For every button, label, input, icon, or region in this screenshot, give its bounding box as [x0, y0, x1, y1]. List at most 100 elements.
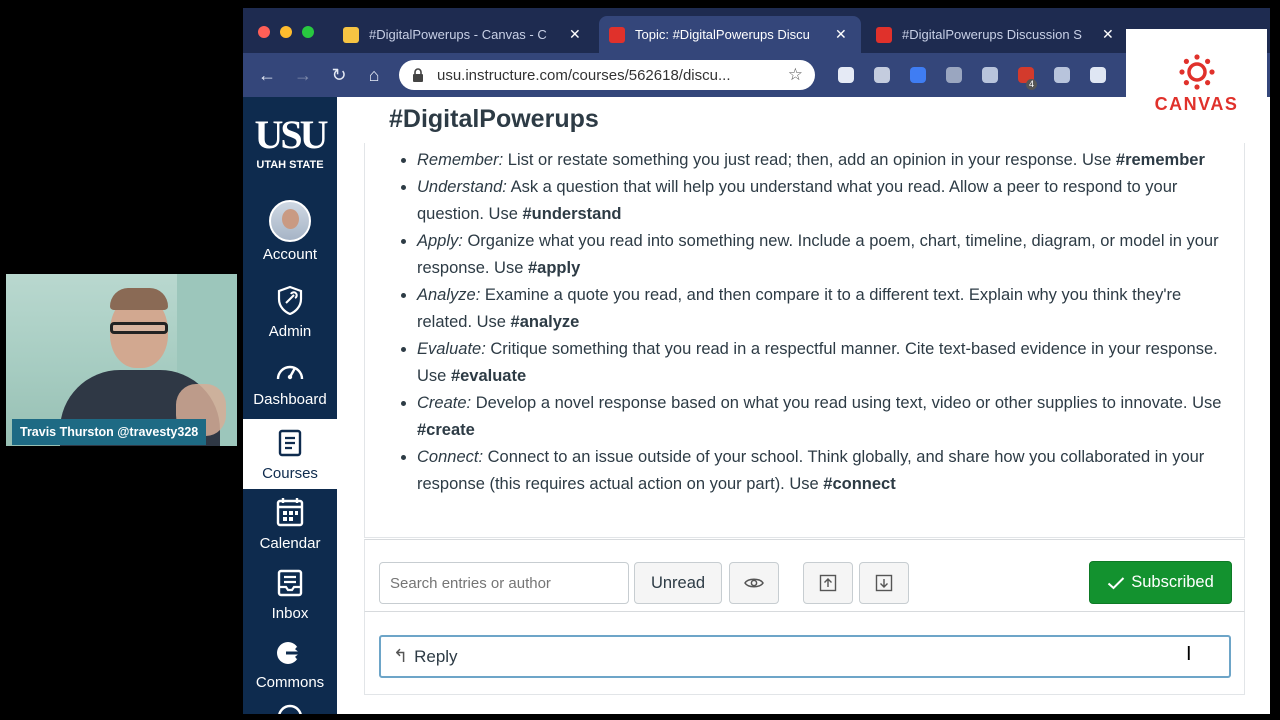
usu-logo[interactable]: USU UTAH STATE [251, 112, 329, 172]
minimize-window-button[interactable] [280, 26, 292, 38]
logo-text: USU [254, 112, 328, 157]
nav-label: Commons [255, 674, 325, 691]
nav-item-dashboard[interactable]: Dashboard [243, 359, 337, 415]
main-content: #DigitalPowerups Remember: List or resta… [337, 97, 1270, 714]
avatar [269, 200, 311, 242]
nav-item-account[interactable]: Account [243, 200, 337, 270]
reply-label: Reply [414, 646, 458, 666]
browser-tab-canvas[interactable]: #DigitalPowerups - Canvas - C ✕ [333, 16, 595, 53]
nav-label: Courses [262, 465, 318, 482]
canvas-logo-dot [1205, 58, 1211, 64]
subscribed-button[interactable]: Subscribed [1089, 561, 1232, 604]
lock-icon [413, 68, 423, 82]
tab-close-icon[interactable]: ✕ [1102, 26, 1114, 43]
prompt-hashtag: #evaluate [450, 367, 527, 385]
calendar-icon [276, 498, 304, 527]
prompt-hashtag: #remember [1115, 151, 1205, 169]
reload-icon[interactable]: ↻ [328, 64, 350, 86]
extension-icon[interactable] [874, 67, 890, 83]
address-bar[interactable]: usu.instructure.com/courses/562618/discu… [399, 60, 815, 90]
prompt-text: List or restate something you just read;… [503, 151, 1116, 169]
tab-close-icon[interactable]: ✕ [835, 26, 847, 43]
prompt-text: Develop a novel response based on what y… [471, 394, 1222, 412]
canvas-logo-dot [1205, 80, 1211, 86]
tab-close-icon[interactable]: ✕ [569, 26, 581, 43]
expand-replies-button[interactable] [859, 562, 909, 604]
canvas-logo-dot [1183, 80, 1189, 86]
prompt-text: Critique something that you read in a re… [417, 340, 1218, 385]
prompt-list: Remember: List or restate something you … [389, 147, 1229, 498]
home-icon[interactable]: ⌂ [363, 64, 385, 86]
mark-read-button[interactable] [729, 562, 779, 604]
prompt-item: Evaluate: Critique something that you re… [417, 336, 1229, 390]
browser-window: #DigitalPowerups - Canvas - C ✕ Topic: #… [243, 8, 1270, 714]
extension-icon[interactable] [982, 67, 998, 83]
prompt-hashtag: #connect [823, 475, 896, 493]
unread-label: Unread [650, 573, 706, 592]
tab-title: #DigitalPowerups Discussion S [902, 27, 1082, 42]
screen: Travis Thurston @travesty328 #DigitalPow… [0, 0, 1280, 720]
canvas-wordmark: CANVAS [1154, 94, 1239, 114]
forward-arrow-icon[interactable]: → [292, 64, 314, 86]
nav-label: Dashboard [253, 391, 327, 408]
prompt-text: Connect to an issue outside of your scho… [417, 448, 1205, 493]
prompt-verb: Connect: [417, 448, 484, 466]
webcam-overlay: Travis Thurston @travesty328 [6, 274, 237, 446]
presenter-name-tag: Travis Thurston @travesty328 [12, 419, 207, 445]
canvas-favicon-icon [343, 26, 359, 43]
tab-bar: #DigitalPowerups - Canvas - C ✕ Topic: #… [243, 8, 1270, 53]
prompt-item: Connect: Connect to an issue outside of … [417, 444, 1229, 498]
nav-item-calendar[interactable]: Calendar [243, 497, 337, 557]
prompt-item: Apply: Organize what you read into somet… [417, 228, 1229, 282]
browser-tab-discussion[interactable]: #DigitalPowerups Discussion S ✕ [866, 16, 1128, 53]
shield-icon [277, 285, 303, 316]
prompt-verb: Apply: [417, 232, 463, 250]
canvas-logo-overlay: CANVAS [1126, 29, 1267, 138]
nav-item-courses[interactable]: Courses [243, 419, 337, 489]
nav-item-help[interactable] [243, 703, 337, 714]
close-window-button[interactable] [258, 26, 270, 38]
page-title: #DigitalPowerups [389, 105, 599, 133]
url-text: usu.instructure.com/courses/562618/discu… [437, 66, 731, 84]
collapse-replies-button[interactable] [803, 562, 853, 604]
courses-icon [278, 429, 302, 457]
prompt-item: Understand: Ask a question that will hel… [417, 174, 1229, 228]
canvas-favicon-icon [609, 26, 625, 43]
canvas-logo-icon [1179, 54, 1215, 90]
nav-label: Inbox [271, 605, 309, 622]
prompt-hashtag: #apply [527, 259, 581, 277]
nav-item-admin[interactable]: Admin [243, 285, 337, 345]
extension-icon[interactable] [1054, 67, 1070, 83]
nav-item-commons[interactable]: Commons [243, 640, 337, 700]
commons-icon [277, 642, 305, 664]
extension-icon[interactable] [1090, 67, 1106, 83]
logo-subtext: UTAH STATE [256, 159, 324, 171]
reply-button[interactable]: ↰ Reply [379, 635, 1231, 678]
canvas-logo-dot [1194, 54, 1200, 60]
prompt-verb: Understand: [417, 178, 507, 196]
inbox-icon [277, 569, 303, 597]
dashboard-icon [276, 365, 304, 380]
extension-icon[interactable] [838, 67, 854, 83]
bookmark-star-icon[interactable]: ☆ [788, 65, 803, 85]
extension-badge: 4 [1026, 79, 1038, 90]
tab-title: Topic: #DigitalPowerups Discu [635, 27, 810, 42]
unread-button[interactable]: Unread [634, 562, 722, 604]
extension-icon[interactable] [946, 67, 962, 83]
reply-arrow-icon: ↰ [393, 646, 409, 666]
prompt-hashtag: #analyze [510, 313, 580, 331]
nav-label: Admin [268, 323, 312, 340]
checkmark-icon [1108, 576, 1125, 589]
presenter-glasses [110, 322, 168, 334]
extension-icon[interactable] [910, 67, 926, 83]
back-arrow-icon[interactable]: ← [256, 64, 278, 86]
canvas-logo-dot [1179, 69, 1185, 75]
browser-tab-topic[interactable]: Topic: #DigitalPowerups Discu ✕ [599, 16, 861, 53]
nav-item-inbox[interactable]: Inbox [243, 569, 337, 629]
search-input[interactable] [379, 562, 629, 604]
zoom-window-button[interactable] [302, 26, 314, 38]
browser-toolbar: ← → ↻ ⌂ usu.instructure.com/courses/5626… [243, 53, 1270, 97]
canvas-logo-dot [1194, 84, 1200, 90]
prompt-verb: Remember: [417, 151, 504, 169]
prompt-verb: Create: [417, 394, 472, 412]
